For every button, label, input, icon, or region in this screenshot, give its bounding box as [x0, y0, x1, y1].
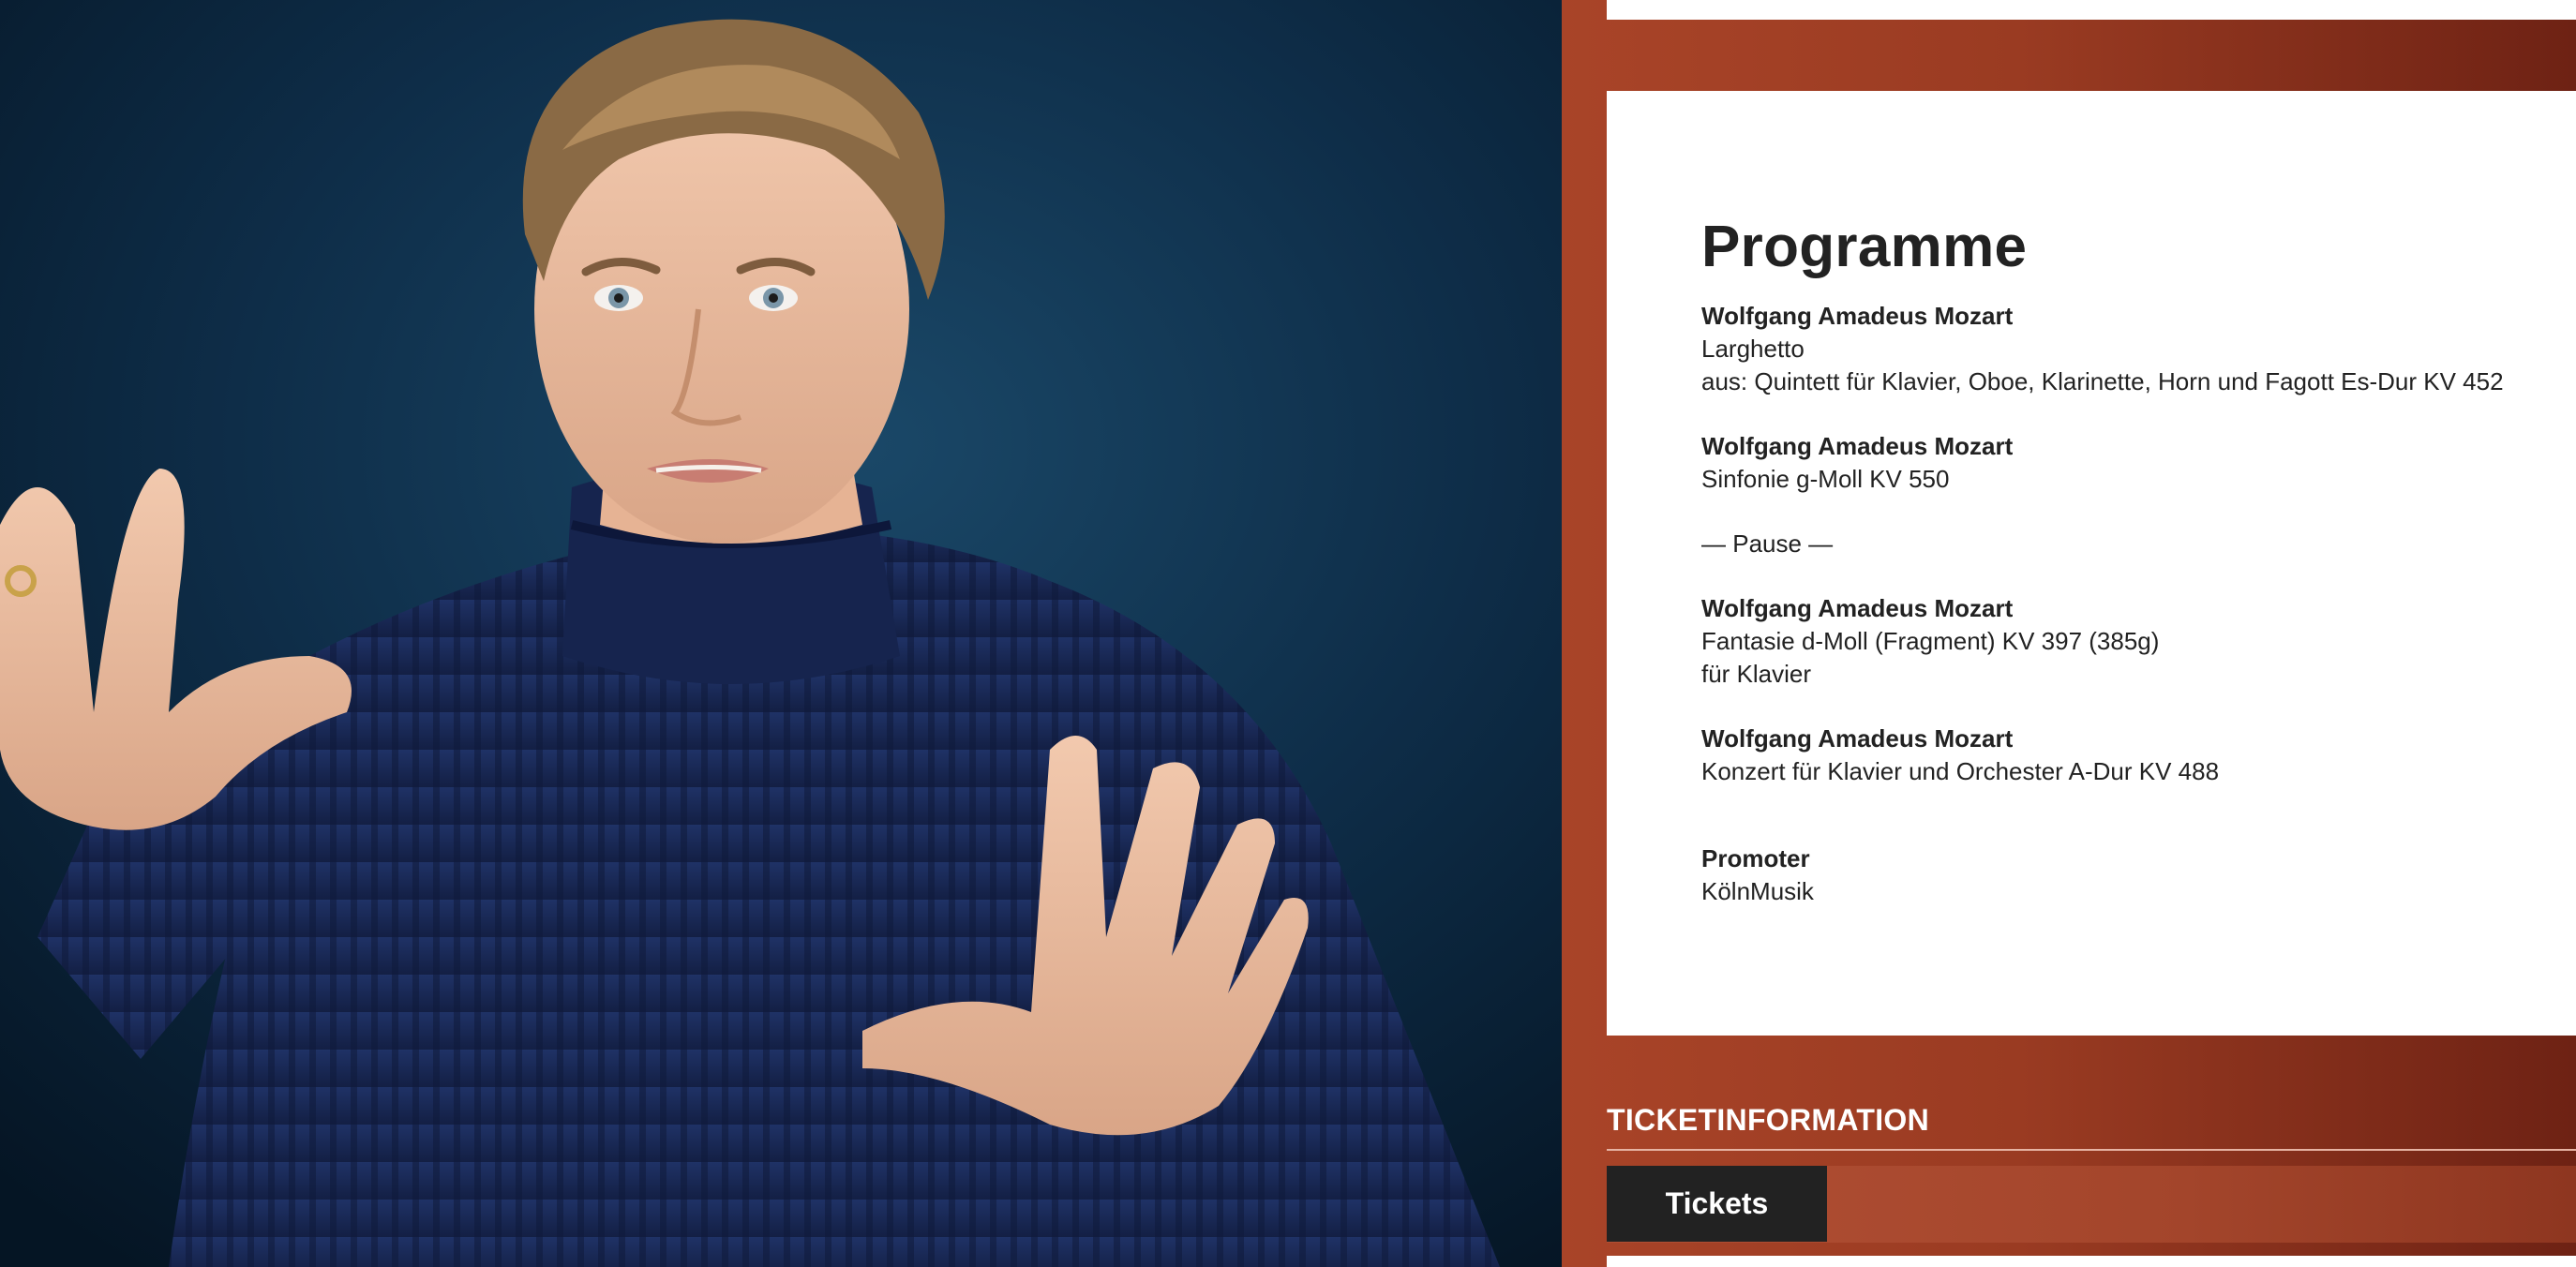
composer-name: Wolfgang Amadeus Mozart	[1701, 594, 2014, 623]
programme-item: Wolfgang Amadeus Mozart Konzert für Klav…	[1701, 723, 2576, 788]
promoter-label: Promoter	[1701, 844, 1810, 873]
programme-card: Programme Wolfgang Amadeus Mozart Larghe…	[1607, 91, 2576, 1036]
work-detail: aus: Quintett für Klavier, Oboe, Klarine…	[1701, 367, 2504, 396]
programme-item: Wolfgang Amadeus Mozart Larghetto aus: Q…	[1701, 300, 2576, 398]
composer-name: Wolfgang Amadeus Mozart	[1701, 302, 2014, 331]
promoter-block: Promoter KölnMusik	[1701, 842, 2576, 908]
work-title: Larghetto	[1701, 335, 1805, 364]
composer-name: Wolfgang Amadeus Mozart	[1701, 432, 2014, 461]
top-white-strip	[1607, 0, 2576, 20]
programme-title: Programme	[1701, 215, 2028, 279]
ticket-divider	[1607, 1149, 2576, 1151]
programme-item: Wolfgang Amadeus Mozart Sinfonie g-Moll …	[1701, 430, 2576, 496]
portrait-illustration	[0, 0, 1562, 1267]
bottom-white-strip	[1607, 1256, 2576, 1267]
ticket-info-heading: TICKETINFORMATION	[1607, 1103, 1930, 1137]
hero-photo	[0, 0, 1562, 1267]
promoter-value: KölnMusik	[1701, 877, 1814, 906]
work-title: Fantasie d-Moll (Fragment) KV 397 (385g)	[1701, 627, 2160, 656]
work-title: Konzert für Klavier und Orchester A-Dur …	[1701, 757, 2220, 786]
work-title: Sinfonie g-Moll KV 550	[1701, 465, 1950, 494]
pause-label: — Pause —	[1701, 529, 1834, 559]
tickets-button[interactable]: Tickets	[1607, 1166, 1827, 1242]
detail-column: Programme Wolfgang Amadeus Mozart Larghe…	[1562, 0, 2576, 1267]
work-detail: für Klavier	[1701, 660, 1812, 689]
programme-content: Programme Wolfgang Amadeus Mozart Larghe…	[1701, 215, 2576, 908]
programme-item: Wolfgang Amadeus Mozart Fantasie d-Moll …	[1701, 592, 2576, 691]
composer-name: Wolfgang Amadeus Mozart	[1701, 724, 2014, 753]
programme-pause: — Pause —	[1701, 528, 2576, 560]
